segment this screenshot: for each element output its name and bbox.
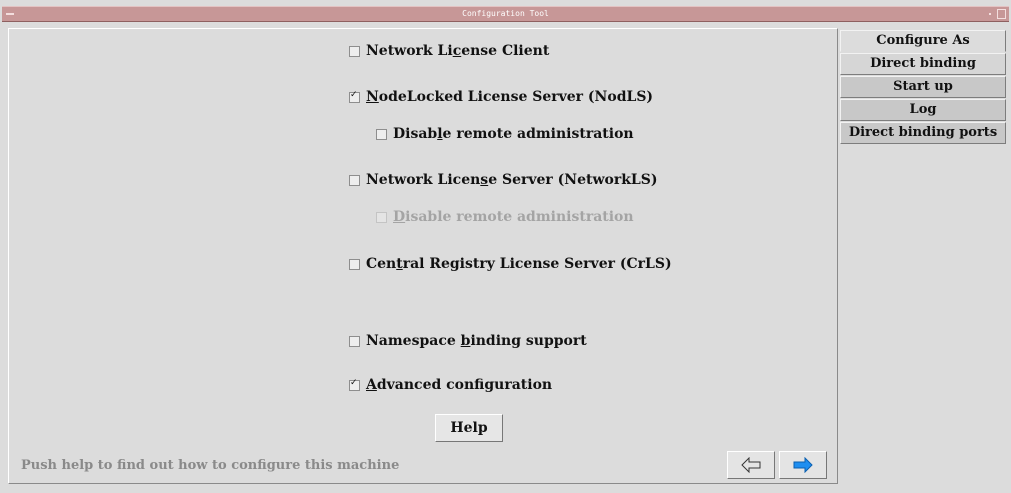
network-license-server-option[interactable]: Network License Server (NetworkLS) <box>349 172 658 188</box>
option-label: Network License Server (NetworkLS) <box>366 172 658 188</box>
advanced-configuration-checkbox[interactable] <box>349 378 360 391</box>
right-arrow-icon <box>793 457 813 473</box>
option-label: Disable remote administration <box>393 209 634 225</box>
left-arrow-icon <box>741 457 761 473</box>
networkls-disable-remote-admin-checkbox <box>376 211 387 223</box>
advanced-configuration-option[interactable]: Advanced configuration <box>349 377 552 393</box>
option-label: Central Registry License Server (CrLS) <box>366 256 672 272</box>
namespace-binding-support-option[interactable]: Namespace binding support <box>349 333 587 349</box>
central-registry-license-server-checkbox[interactable] <box>349 258 360 270</box>
tab-list: Configure As Direct binding Start up Log… <box>840 30 1006 145</box>
tab-start-up[interactable]: Start up <box>840 76 1006 98</box>
central-registry-license-server-option[interactable]: Central Registry License Server (CrLS) <box>349 256 672 272</box>
configuration-tool-window: Configuration Tool Network License Clien… <box>0 0 1011 493</box>
tab-log[interactable]: Log <box>840 99 1006 121</box>
configure-as-panel: Network License Client NodeLocked Licens… <box>8 28 838 484</box>
nodls-disable-remote-admin-option[interactable]: Disable remote administration <box>376 126 634 142</box>
next-button[interactable] <box>779 451 827 479</box>
minimize-icon[interactable] <box>985 9 995 19</box>
namespace-binding-support-checkbox[interactable] <box>349 335 360 347</box>
option-label: Advanced configuration <box>366 377 553 393</box>
previous-button[interactable] <box>727 451 775 479</box>
option-label: Namespace binding support <box>366 333 587 349</box>
network-license-client-checkbox[interactable] <box>349 45 360 57</box>
nodelocked-license-server-checkbox[interactable] <box>349 90 360 103</box>
status-message: Push help to find out how to configure t… <box>21 458 400 473</box>
nodls-disable-remote-admin-checkbox[interactable] <box>376 128 387 140</box>
option-label: Disable remote administration <box>393 126 634 142</box>
tab-direct-binding-ports[interactable]: Direct binding ports <box>840 122 1006 144</box>
network-license-client-option[interactable]: Network License Client <box>349 43 549 59</box>
nodelocked-license-server-option[interactable]: NodeLocked License Server (NodLS) <box>349 89 653 105</box>
tab-configure-as[interactable]: Configure As <box>840 30 1006 52</box>
networkls-disable-remote-admin-option: Disable remote administration <box>376 209 634 225</box>
option-label: Network License Client <box>366 43 550 59</box>
tab-direct-binding[interactable]: Direct binding <box>840 53 1006 75</box>
help-button[interactable]: Help <box>435 414 503 442</box>
maximize-icon[interactable] <box>997 9 1006 19</box>
network-license-server-checkbox[interactable] <box>349 174 360 186</box>
option-label: NodeLocked License Server (NodLS) <box>366 89 654 105</box>
title-bar[interactable]: Configuration Tool <box>2 6 1009 22</box>
window-title: Configuration Tool <box>462 9 549 18</box>
